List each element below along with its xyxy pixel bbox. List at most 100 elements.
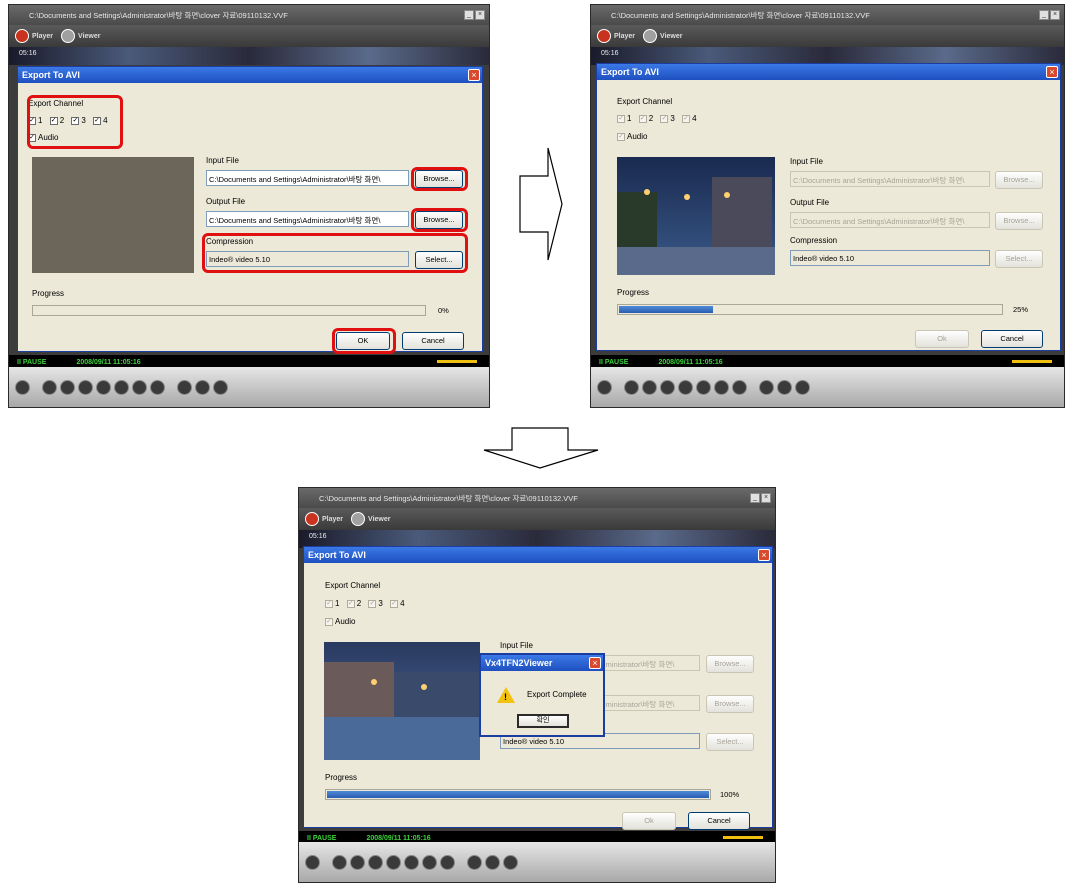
volume-slider[interactable] [437,360,477,363]
step-back-icon[interactable] [78,379,93,395]
step-back-icon[interactable] [368,854,383,870]
tab-player-label: Player [32,32,54,40]
step-forward-icon[interactable] [114,379,129,395]
tab-viewer-label: Viewer [78,32,101,40]
tab-player[interactable]: Player [15,29,53,43]
dialog-close-icon[interactable]: × [758,549,770,561]
play-icon[interactable] [96,379,111,395]
playback-controls [299,842,775,882]
skip-start-icon[interactable] [42,379,57,395]
progress-percent: 0% [438,306,449,315]
input-browse-button: Browse... [995,171,1043,189]
close-window-icon[interactable]: × [761,493,771,503]
channel-1-label: 1 [335,599,340,608]
print-icon[interactable] [485,854,500,870]
eject-icon[interactable] [597,379,612,395]
viewer-icon [351,512,366,526]
input-file-field: C:\Documents and Settings\Administrator\… [790,171,990,187]
channel-4-checkbox: ✓ 4 [390,599,405,608]
window-title: C:\Documents and Settings\Administrator\… [591,5,1064,25]
input-browse-button: Browse... [706,655,754,673]
skip-start-icon[interactable] [624,379,639,395]
rewind-icon[interactable] [60,379,75,395]
cancel-button[interactable]: Cancel [981,330,1043,348]
fast-forward-icon[interactable] [714,379,729,395]
video-preview [324,642,480,760]
export-dialog: Export To AVI × Export Channel ✓ 1 ✓ 2 ✓ 3 … [596,63,1061,351]
tab-player[interactable]: Player [597,29,635,43]
viewer-icon [61,29,76,43]
output-file-field[interactable]: C:\Documents and Settings\Administrator\… [206,211,409,227]
tab-player[interactable]: Player [305,512,343,526]
progress-percent: 25% [1013,305,1029,314]
export-channel-label: Export Channel [617,97,673,106]
compression-select-button: Select... [706,733,754,751]
eject-icon[interactable] [305,854,320,870]
layout-icon[interactable] [795,379,810,395]
cancel-button[interactable]: Cancel [688,812,750,830]
dialog-title: Export To AVI [597,64,1060,80]
fast-forward-icon[interactable] [422,854,437,870]
snapshot-icon[interactable] [759,379,774,395]
ok-button: Ok [915,330,969,348]
pause-state: II PAUSE [599,358,629,366]
dialog-close-icon[interactable]: × [1046,66,1058,78]
volume-slider[interactable] [1012,360,1052,363]
compression-label: Compression [790,236,838,245]
message-close-icon[interactable]: × [589,657,601,669]
close-window-icon[interactable]: × [475,10,485,20]
minimize-icon[interactable]: _ [750,493,760,503]
pause-state-label: PAUSE [22,358,47,366]
ticker-left: 05:16 [19,50,37,57]
skip-end-icon[interactable] [732,379,747,395]
minimize-icon[interactable]: _ [1039,10,1049,20]
play-icon[interactable] [678,379,693,395]
layout-icon[interactable] [213,379,228,395]
snapshot-icon[interactable] [177,379,192,395]
input-file-label: Input File [500,641,533,650]
rewind-icon[interactable] [350,854,365,870]
step-forward-icon[interactable] [404,854,419,870]
play-icon[interactable] [386,854,401,870]
print-icon[interactable] [195,379,210,395]
player-window-step3: C:\Documents and Settings\Administrator\… [298,487,776,883]
dialog-close-icon[interactable]: × [468,69,480,81]
skip-start-icon[interactable] [332,854,347,870]
arrow-right-icon [519,147,563,261]
close-window-icon[interactable]: × [1050,10,1060,20]
output-browse-button: Browse... [995,212,1043,230]
progress-label: Progress [325,773,358,782]
channel-3-checkbox: ✓ 3 [660,114,675,123]
print-icon[interactable] [777,379,792,395]
minimize-icon[interactable]: _ [464,10,474,20]
dialog-title: Export To AVI [18,67,482,83]
input-file-field[interactable]: C:\Documents and Settings\Administrator\… [206,170,409,186]
cancel-button[interactable]: Cancel [402,332,464,350]
channel-checkboxes: ✓ 1 ✓ 2 ✓ 3 ✓ 4 [325,599,410,608]
rewind-icon[interactable] [642,379,657,395]
tab-viewer[interactable]: Viewer [351,512,390,526]
tab-viewer[interactable]: Viewer [61,29,100,43]
arrow-down-icon [483,427,599,469]
audio-label: Audio [335,617,356,626]
time-ticker: 05:16 [9,47,489,65]
eject-icon[interactable] [15,379,30,395]
progress-bar [325,789,711,800]
skip-end-icon[interactable] [440,854,455,870]
snapshot-icon[interactable] [467,854,482,870]
ok-button: Ok [622,812,676,830]
step-back-icon[interactable] [660,379,675,395]
channel-1-label: 1 [627,114,632,123]
fast-forward-icon[interactable] [132,379,147,395]
message-ok-button[interactable]: 확인 [517,714,569,728]
tab-viewer[interactable]: Viewer [643,29,682,43]
mode-toolbar: Player Viewer [591,25,1064,47]
volume-slider[interactable] [723,836,763,839]
compression-select-button: Select... [995,250,1043,268]
skip-end-icon[interactable] [150,379,165,395]
dialog-title: Export To AVI [304,547,772,563]
layout-icon[interactable] [503,854,518,870]
player-icon [305,512,319,526]
pause-state: II PAUSE [307,834,337,842]
step-forward-icon[interactable] [696,379,711,395]
